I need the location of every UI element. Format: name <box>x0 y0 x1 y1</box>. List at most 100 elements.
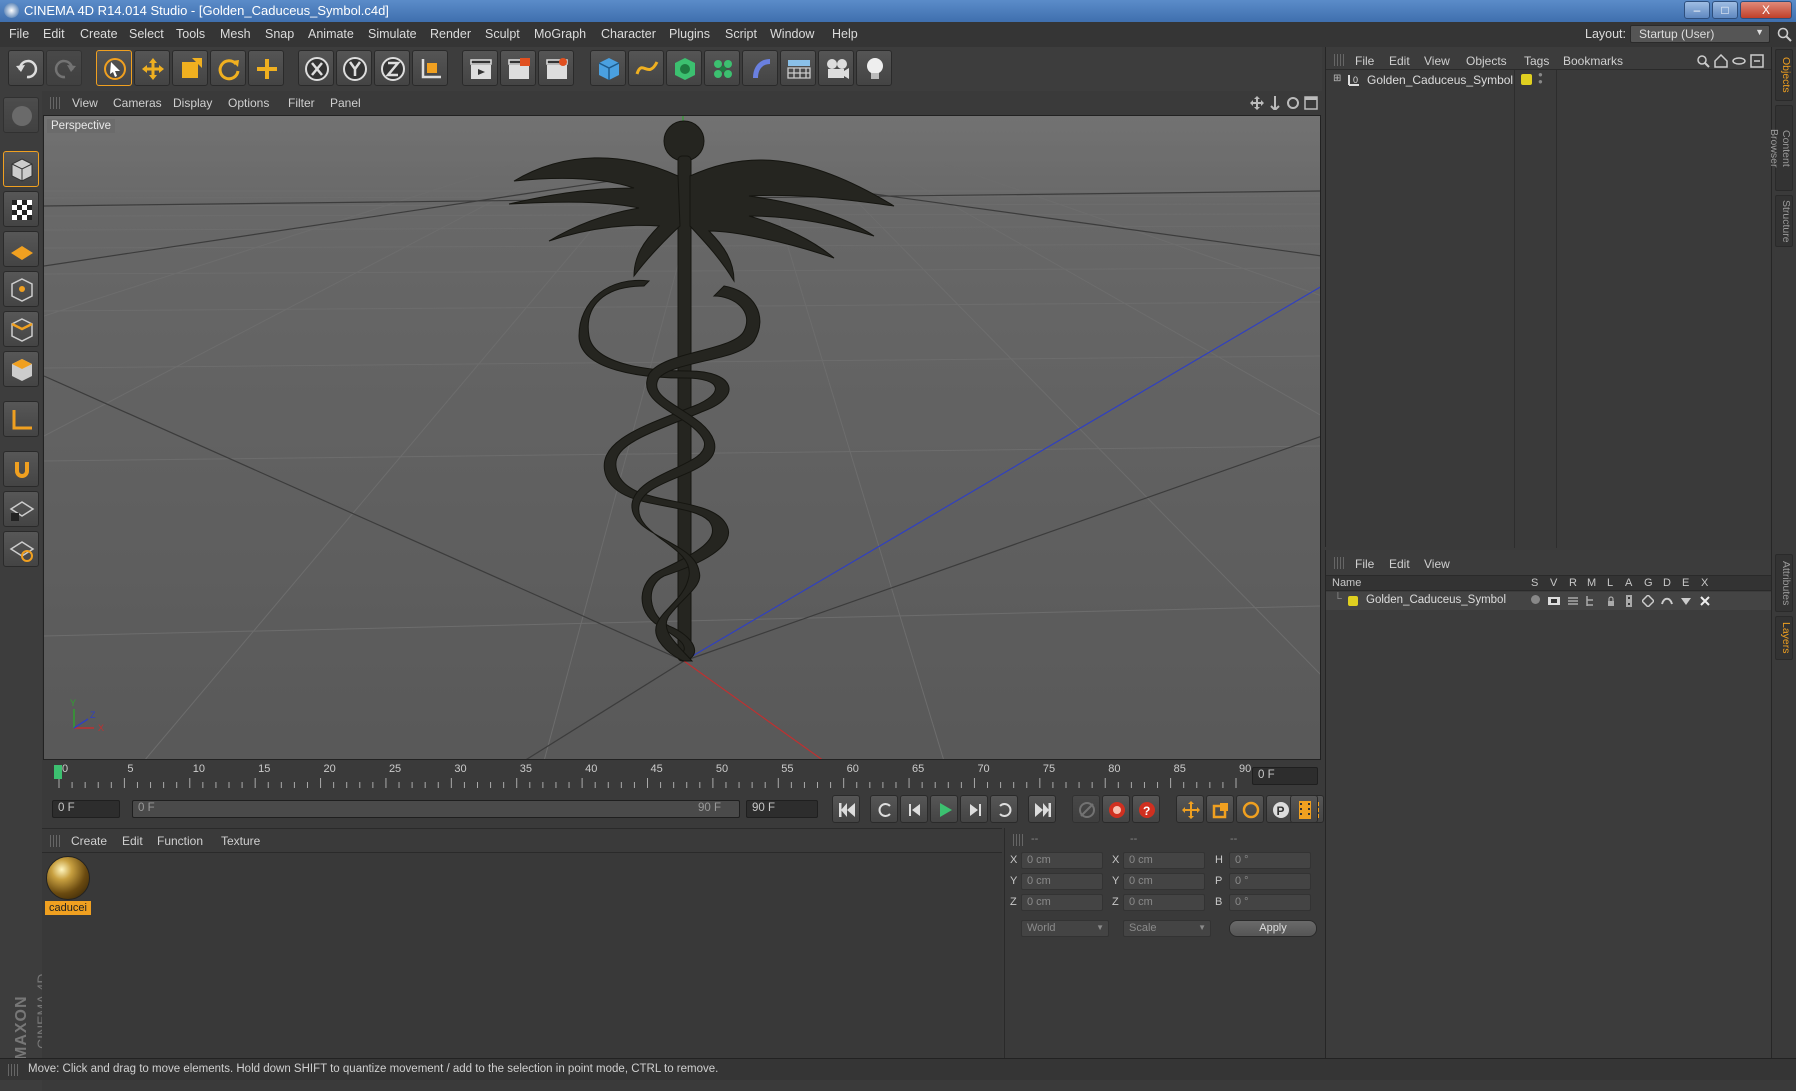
key-position-button[interactable] <box>1176 795 1204 823</box>
polygons-mode-button[interactable] <box>3 351 39 387</box>
column-render[interactable]: R <box>1569 577 1577 589</box>
snap-button[interactable] <box>3 451 39 487</box>
menu-select[interactable]: Select <box>129 27 164 41</box>
next-key-button[interactable] <box>990 795 1018 823</box>
menu-edit[interactable]: Edit <box>43 27 65 41</box>
pan-view-icon[interactable] <box>1250 96 1264 110</box>
texture-mode-button[interactable] <box>3 191 39 227</box>
view-eye-icon[interactable] <box>1548 595 1560 607</box>
autokey-button[interactable]: ? <box>1132 795 1160 823</box>
layer-color-tag[interactable] <box>1521 74 1532 85</box>
render-view-button[interactable] <box>462 50 498 86</box>
apply-button[interactable]: Apply <box>1229 920 1317 937</box>
material-menu-edit[interactable]: Edit <box>122 834 143 848</box>
layer-menu-edit[interactable]: Edit <box>1389 557 1410 571</box>
end-frame-field[interactable]: 90 F <box>746 800 818 818</box>
menu-create[interactable]: Create <box>80 27 118 41</box>
live-selection-button[interactable] <box>96 50 132 86</box>
coordinate-system-button[interactable] <box>412 50 448 86</box>
start-frame-field[interactable]: 0 F <box>52 800 120 818</box>
preview-range-slider[interactable]: 0 F 90 F <box>132 800 740 818</box>
key-scale-button[interactable] <box>1206 795 1234 823</box>
playhead-marker[interactable] <box>54 765 62 779</box>
play-forward-button[interactable] <box>930 795 958 823</box>
coord-rot-h-field[interactable]: 0 ° <box>1229 852 1311 869</box>
workplane-lock-button[interactable] <box>3 491 39 527</box>
make-editable-button[interactable] <box>3 97 39 133</box>
expand-icon[interactable]: ⊞ <box>1333 73 1341 84</box>
planar-workplane-button[interactable] <box>3 531 39 567</box>
solo-dot-icon[interactable] <box>1531 595 1540 604</box>
object-menu-bookmarks[interactable]: Bookmarks <box>1563 54 1623 68</box>
visibility-dots-icon[interactable]: ● ● <box>1538 71 1543 86</box>
menu-mesh[interactable]: Mesh <box>220 27 251 41</box>
go-to-end-button[interactable] <box>1028 795 1056 823</box>
add-light-button[interactable] <box>856 50 892 86</box>
tab-content-browser[interactable]: Content Browser <box>1768 105 1793 191</box>
coord-pos-y-field[interactable]: 0 cm <box>1021 873 1103 890</box>
move-tool-button[interactable] <box>134 50 170 86</box>
material-menu-texture[interactable]: Texture <box>221 834 260 848</box>
viewport-menu-filter[interactable]: Filter <box>288 96 315 110</box>
column-xref[interactable]: X <box>1701 577 1708 589</box>
coord-size-x-field[interactable]: 0 cm <box>1123 852 1205 869</box>
column-generators[interactable]: G <box>1644 577 1653 589</box>
material-swatch[interactable]: caducei <box>45 855 91 916</box>
column-locked[interactable]: L <box>1607 577 1613 589</box>
object-filter-icon[interactable] <box>1732 54 1746 68</box>
key-rotation-button[interactable] <box>1236 795 1264 823</box>
coord-size-y-field[interactable]: 0 cm <box>1123 873 1205 890</box>
motion-record-button[interactable] <box>1072 795 1100 823</box>
tab-attributes[interactable]: Attributes <box>1775 554 1793 612</box>
search-icon[interactable] <box>1777 27 1792 42</box>
menu-mograph[interactable]: MoGraph <box>534 27 586 41</box>
coord-pos-z-field[interactable]: 0 cm <box>1021 894 1103 911</box>
close-button[interactable]: X <box>1740 1 1792 19</box>
animation-icon[interactable] <box>1623 595 1635 607</box>
material-menu-create[interactable]: Create <box>71 834 107 848</box>
tab-objects[interactable]: Objects <box>1775 49 1793 101</box>
add-deformer-button[interactable] <box>742 50 778 86</box>
add-cube-button[interactable] <box>590 50 626 86</box>
material-menu-function[interactable]: Function <box>157 834 203 848</box>
add-camera-button[interactable] <box>818 50 854 86</box>
workplane-mode-button[interactable] <box>3 231 39 267</box>
menu-file[interactable]: File <box>9 27 29 41</box>
menu-help[interactable]: Help <box>832 27 858 41</box>
orbit-view-icon[interactable] <box>1286 96 1300 110</box>
add-mograph-button[interactable] <box>704 50 740 86</box>
menu-character[interactable]: Character <box>601 27 656 41</box>
coord-rot-b-field[interactable]: 0 ° <box>1229 894 1311 911</box>
timeline-ruler[interactable]: 0 5 10 15 20 25 30 35 40 45 50 55 60 65 70 75 80 85 90 0 F <box>42 762 1322 790</box>
viewport-menu-display[interactable]: Display <box>173 96 212 110</box>
object-menu-edit[interactable]: Edit <box>1389 54 1410 68</box>
undo-button[interactable] <box>8 50 44 86</box>
layer-color-swatch[interactable] <box>1348 596 1358 606</box>
viewport-menu-options[interactable]: Options <box>228 96 269 110</box>
recent-tool-button[interactable] <box>248 50 284 86</box>
menu-sculpt[interactable]: Sculpt <box>485 27 520 41</box>
render-settings-button[interactable] <box>538 50 574 86</box>
tab-layers[interactable]: Layers <box>1775 616 1793 660</box>
menu-plugins[interactable]: Plugins <box>669 27 710 41</box>
perspective-viewport[interactable]: Perspective Y X Z <box>43 115 1321 760</box>
home-icon[interactable] <box>1714 54 1728 68</box>
layout-select[interactable]: Startup (User) ▼ <box>1630 25 1770 43</box>
layer-menu-view[interactable]: View <box>1424 557 1450 571</box>
menu-tools[interactable]: Tools <box>176 27 205 41</box>
add-generator-button[interactable] <box>666 50 702 86</box>
zoom-view-icon[interactable] <box>1268 96 1282 110</box>
previous-key-button[interactable] <box>870 795 898 823</box>
object-row[interactable]: ⊞ 0 Golden_Caduceus_Symbol ● ● <box>1330 71 1770 89</box>
maximize-button[interactable]: □ <box>1712 1 1738 19</box>
xref-icon[interactable] <box>1699 595 1711 607</box>
minimize-button[interactable]: – <box>1684 1 1710 19</box>
object-menu-file[interactable]: File <box>1355 54 1374 68</box>
rotate-tool-button[interactable] <box>210 50 246 86</box>
deformer-layer-icon[interactable] <box>1661 595 1673 607</box>
layer-row[interactable]: └ Golden_Caduceus_Symbol <box>1326 592 1772 610</box>
x-axis-lock-button[interactable] <box>298 50 334 86</box>
go-to-start-button[interactable] <box>832 795 860 823</box>
manager-tree-icon[interactable] <box>1585 595 1597 607</box>
lock-icon[interactable] <box>1605 595 1617 607</box>
